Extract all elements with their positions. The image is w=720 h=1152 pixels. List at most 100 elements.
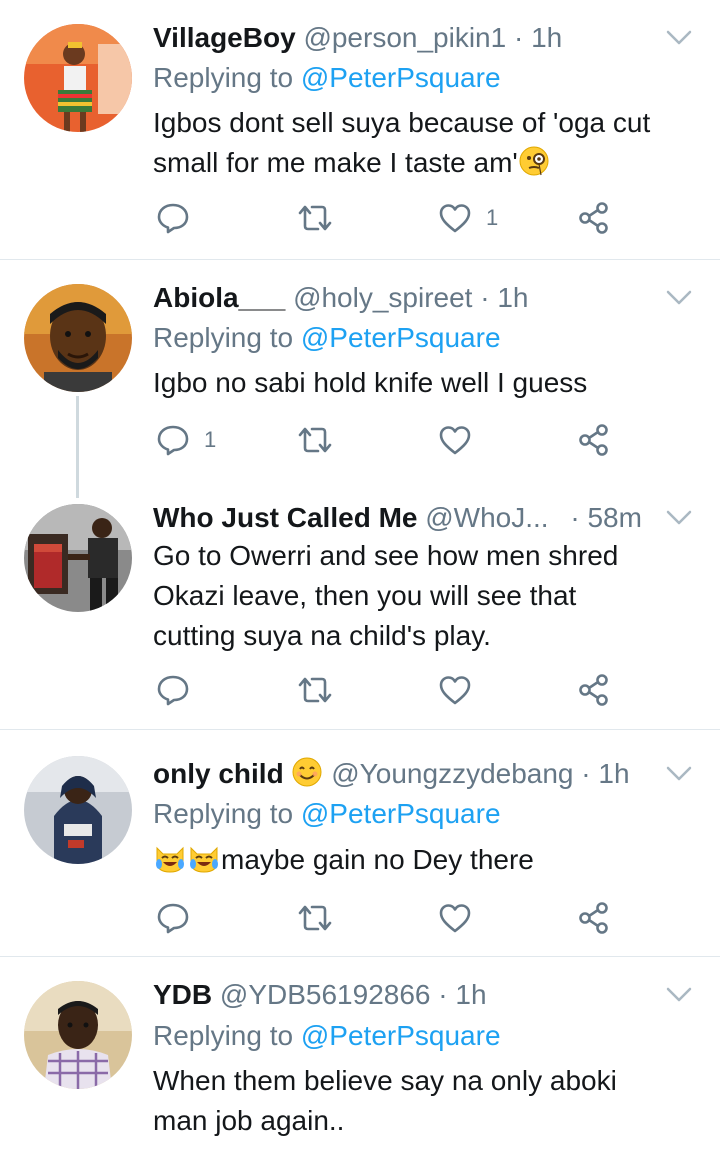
reply-icon [157, 903, 189, 934]
mention-link[interactable]: @PeterPsquare [301, 1020, 501, 1051]
mention-link[interactable]: @PeterPsquare [301, 798, 501, 829]
separator-dot: · [581, 758, 591, 789]
reply-button[interactable]: 1 [156, 420, 216, 460]
replying-to: Replying to @PeterPsquare [153, 320, 501, 356]
tweet-text-line: Okazi leave, then you will see that [153, 580, 577, 611]
reply-button[interactable] [156, 898, 204, 938]
chevron-down-icon[interactable] [666, 510, 692, 526]
avatar[interactable] [24, 284, 132, 392]
avatar[interactable] [24, 504, 132, 612]
like-button[interactable]: 1 [438, 198, 498, 238]
tweet-text-line: Igbos dont sell suya because of 'oga cut [153, 107, 651, 138]
chevron-down-icon[interactable] [666, 30, 692, 46]
mention-link[interactable]: @PeterPsquare [301, 322, 501, 353]
like-button[interactable] [438, 898, 486, 938]
username[interactable]: @person_pikin1 [303, 22, 506, 53]
like-button[interactable] [438, 420, 486, 460]
tweet-card[interactable]: Abiola___ @holy_spireet · 1h Replying to… [0, 260, 720, 480]
chevron-down-icon[interactable] [666, 987, 692, 1003]
retweet-icon [298, 205, 332, 231]
replying-to: Replying to @PeterPsquare [153, 1018, 501, 1054]
heart-icon [439, 904, 471, 933]
replying-to: Replying to @PeterPsquare [153, 60, 501, 96]
avatar-photo [24, 504, 132, 612]
replying-to-label: Replying to [153, 798, 294, 829]
replying-to: Replying to @PeterPsquare [153, 796, 501, 832]
crying-laughing-cat-emoji-icon [190, 846, 218, 873]
share-icon [579, 424, 608, 456]
retweet-icon [298, 905, 332, 931]
avatar-photo [24, 981, 132, 1089]
tweet-header: Who Just Called Me @WhoJ... · 58m [153, 500, 660, 536]
tweet-actions [0, 670, 720, 710]
share-button[interactable] [578, 198, 610, 238]
avatar[interactable] [24, 756, 132, 864]
avatar[interactable] [24, 981, 132, 1089]
tweet-actions: 1 [0, 420, 720, 460]
username[interactable]: @holy_spireet [293, 282, 472, 313]
reply-icon [157, 203, 189, 234]
tweet-card[interactable]: VillageBoy @person_pikin1 · 1h Replying … [0, 0, 720, 259]
share-button[interactable] [578, 420, 610, 460]
share-icon [579, 202, 608, 234]
tweet-text-line: Go to Owerri and see how men shred [153, 540, 619, 571]
display-name[interactable]: YDB [153, 979, 212, 1010]
tweet-text: Igbo no sabi hold knife well I guess [153, 363, 698, 403]
replying-to-label: Replying to [153, 62, 294, 93]
tweet-text-line: Igbo no sabi hold knife well I guess [153, 367, 588, 398]
heart-icon [439, 676, 471, 705]
tweet-card[interactable]: YDB @YDB56192866 · 1h Replying to @Peter… [0, 957, 720, 1152]
tweet-actions: 1 [0, 198, 720, 238]
retweet-button[interactable] [296, 420, 334, 460]
replying-to-label: Replying to [153, 322, 294, 353]
tweet-card[interactable]: only child @Youngzzydebang · 1h Replying… [0, 730, 720, 956]
username[interactable]: @YDB56192866 [220, 979, 431, 1010]
heart-icon [439, 426, 471, 455]
timestamp[interactable]: 1h [497, 282, 528, 313]
avatar-photo [24, 756, 132, 864]
tweet-card[interactable]: Who Just Called Me @WhoJ... · 58m Go to … [0, 480, 720, 729]
tweet-header: only child @Youngzzydebang · 1h [153, 756, 660, 792]
timestamp[interactable]: 1h [598, 758, 629, 789]
tweet-text: maybe gain no Dey there [153, 840, 698, 880]
crying-laughing-cat-emoji-icon [156, 846, 184, 873]
tweet-text-line: small for me make I taste am' [153, 143, 698, 183]
separator-dot: · [514, 22, 524, 53]
chevron-down-icon[interactable] [666, 290, 692, 306]
timestamp[interactable]: 1h [531, 22, 562, 53]
timestamp[interactable]: 58m [587, 502, 641, 533]
tweet-text-line: When them believe say na only aboki [153, 1065, 617, 1096]
retweet-button[interactable] [296, 670, 334, 710]
username[interactable]: @Youngzzydebang [331, 758, 573, 789]
replying-to-label: Replying to [153, 1020, 294, 1051]
reply-count: 1 [204, 427, 217, 452]
tweet-text: Go to Owerri and see how men shred Okazi… [153, 536, 698, 656]
share-button[interactable] [578, 670, 610, 710]
face-with-monocle-emoji-icon [519, 146, 549, 176]
display-name[interactable]: VillageBoy [153, 22, 296, 53]
display-name[interactable]: only child [153, 758, 284, 789]
tweet-text-line: maybe gain no Dey there [153, 840, 698, 880]
reply-button[interactable] [156, 198, 204, 238]
retweet-icon [298, 427, 332, 453]
share-icon [579, 674, 608, 706]
mention-link[interactable]: @PeterPsquare [301, 62, 501, 93]
retweet-button[interactable] [296, 198, 334, 238]
like-button[interactable] [438, 670, 486, 710]
heart-icon [439, 204, 471, 233]
chevron-down-icon[interactable] [666, 766, 692, 782]
tweet-text-line: man job again.. [153, 1105, 345, 1136]
timestamp[interactable]: 1h [455, 979, 486, 1010]
reply-button[interactable] [156, 670, 204, 710]
display-name[interactable]: Abiola___ [153, 282, 285, 313]
reply-icon [157, 425, 189, 456]
username[interactable]: @WhoJ... [425, 502, 548, 533]
avatar[interactable] [24, 24, 132, 132]
smiling-face-emoji-icon [292, 757, 322, 787]
display-name[interactable]: Who Just Called Me [153, 502, 417, 533]
retweet-button[interactable] [296, 898, 334, 938]
avatar-photo [24, 24, 132, 132]
share-button[interactable] [578, 898, 610, 938]
tweet-text: Igbos dont sell suya because of 'oga cut… [153, 103, 698, 183]
separator-dot: · [570, 502, 580, 533]
